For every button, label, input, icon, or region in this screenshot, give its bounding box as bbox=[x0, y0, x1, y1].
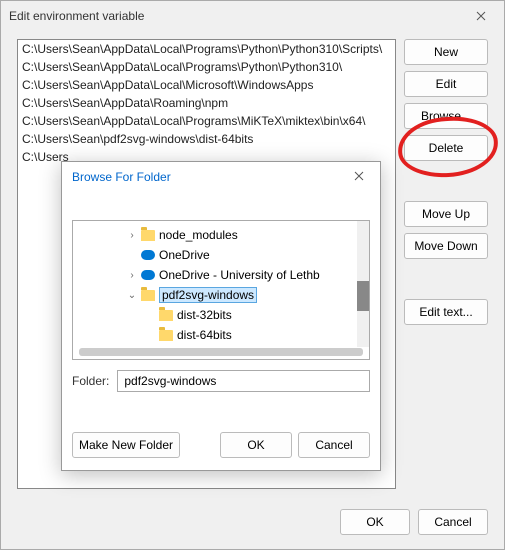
onedrive-icon bbox=[141, 250, 155, 260]
edit-text-button[interactable]: Edit text... bbox=[404, 299, 488, 325]
tree-item[interactable]: › OneDrive - University of Lethb bbox=[73, 265, 369, 285]
folder-label: Folder: bbox=[72, 374, 109, 388]
folder-icon bbox=[141, 230, 155, 241]
browse-cancel-button[interactable]: Cancel bbox=[298, 432, 370, 458]
path-row[interactable]: C:\Users\Sean\AppData\Local\Programs\Pyt… bbox=[18, 58, 395, 76]
browse-title: Browse For Folder bbox=[72, 170, 171, 184]
tree-item-label: node_modules bbox=[159, 228, 238, 242]
path-row[interactable]: C:\Users\Sean\pdf2svg-windows\dist-64bit… bbox=[18, 130, 395, 148]
browse-buttons: Make New Folder OK Cancel bbox=[72, 432, 370, 458]
folder-field: Folder: bbox=[72, 370, 370, 392]
close-icon bbox=[476, 11, 486, 21]
edit-button[interactable]: Edit bbox=[404, 71, 488, 97]
make-new-folder-button[interactable]: Make New Folder bbox=[72, 432, 180, 458]
move-up-button[interactable]: Move Up bbox=[404, 201, 488, 227]
tree-item[interactable]: OneDrive bbox=[73, 245, 369, 265]
chevron-down-icon[interactable]: ⌄ bbox=[127, 290, 137, 301]
browse-close-button[interactable] bbox=[348, 166, 370, 188]
folder-input[interactable] bbox=[117, 370, 370, 392]
folder-tree[interactable]: › node_modules OneDrive › OneDrive - Univers… bbox=[72, 220, 370, 360]
tree-item-label: dist-64bits bbox=[177, 328, 232, 342]
tree-item-label: OneDrive - University of Lethb bbox=[159, 268, 320, 282]
path-row[interactable]: C:\Users\Sean\AppData\Local\Programs\Pyt… bbox=[18, 40, 395, 58]
side-buttons: New Edit Browse... Delete Move Up Move D… bbox=[404, 39, 488, 489]
tree-item-label: OneDrive bbox=[159, 248, 210, 262]
path-row[interactable]: C:\Users\Sean\AppData\Roaming\npm bbox=[18, 94, 395, 112]
delete-button[interactable]: Delete bbox=[404, 135, 488, 161]
tree-item-label: dist-32bits bbox=[177, 308, 232, 322]
window-title: Edit environment variable bbox=[9, 9, 144, 23]
browse-ok-button[interactable]: OK bbox=[220, 432, 292, 458]
chevron-right-icon[interactable]: › bbox=[127, 270, 137, 281]
tree-scrollbar-vertical[interactable] bbox=[357, 221, 369, 347]
window-close-button[interactable] bbox=[466, 4, 496, 28]
cancel-button[interactable]: Cancel bbox=[418, 509, 488, 535]
tree-scrollbar-horizontal[interactable] bbox=[79, 348, 363, 356]
folder-icon bbox=[159, 330, 173, 341]
tree-item-label: pdf2svg-windows bbox=[159, 287, 257, 303]
move-down-button[interactable]: Move Down bbox=[404, 233, 488, 259]
browse-titlebar: Browse For Folder bbox=[62, 162, 380, 192]
tree-item[interactable]: dist-32bits bbox=[73, 305, 369, 325]
folder-icon bbox=[141, 290, 155, 301]
tree-item[interactable]: ⌄ pdf2svg-windows bbox=[73, 285, 369, 305]
new-button[interactable]: New bbox=[404, 39, 488, 65]
tree-item[interactable]: › node_modules bbox=[73, 225, 369, 245]
chevron-right-icon[interactable]: › bbox=[127, 230, 137, 241]
edit-env-window: Edit environment variable C:\Users\Sean\… bbox=[0, 0, 505, 550]
onedrive-icon bbox=[141, 270, 155, 280]
scrollbar-thumb[interactable] bbox=[357, 281, 369, 311]
path-row[interactable]: C:\Users\Sean\AppData\Local\Microsoft\Wi… bbox=[18, 76, 395, 94]
tree-item[interactable]: dist-64bits bbox=[73, 325, 369, 345]
dialog-bottom-bar: OK Cancel bbox=[340, 509, 488, 535]
close-icon bbox=[354, 171, 364, 181]
folder-icon bbox=[159, 310, 173, 321]
browse-button[interactable]: Browse... bbox=[404, 103, 488, 129]
path-row[interactable]: C:\Users\Sean\AppData\Local\Programs\MiK… bbox=[18, 112, 395, 130]
browse-folder-dialog: Browse For Folder ›node_modulesOneDrive›… bbox=[61, 161, 381, 471]
titlebar: Edit environment variable bbox=[1, 1, 504, 31]
ok-button[interactable]: OK bbox=[340, 509, 410, 535]
